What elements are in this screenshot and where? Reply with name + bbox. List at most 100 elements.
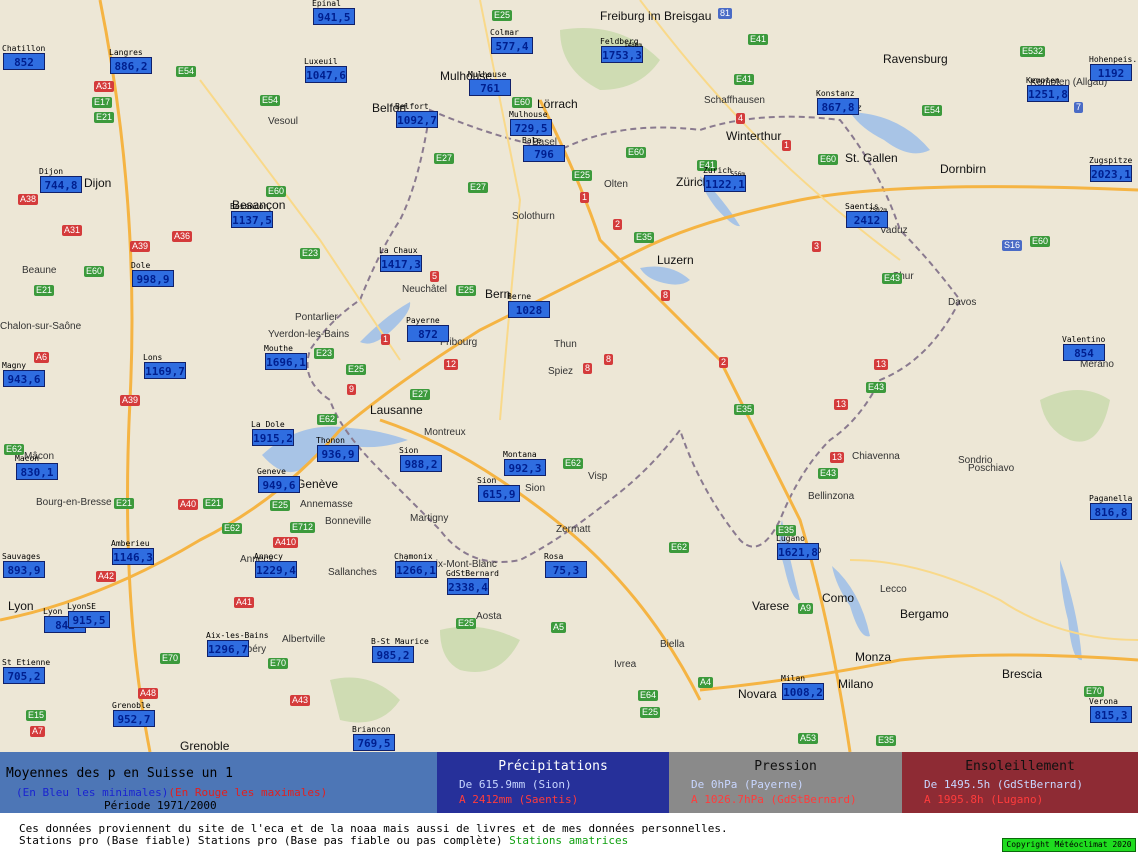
- place-label: Lörrach: [537, 97, 578, 111]
- station-marker[interactable]: Chamonix 1266,1: [394, 553, 437, 578]
- station-marker[interactable]: Langres 886,2: [109, 49, 152, 74]
- road-shield: E70: [268, 658, 289, 669]
- station-marker[interactable]: Feldberg 1486m 1753,3: [600, 38, 643, 63]
- station-value: 577,4: [495, 40, 529, 53]
- station-marker[interactable]: Sion 615,9: [477, 477, 520, 502]
- station-marker[interactable]: Mulhouse 729,5: [509, 111, 552, 136]
- station-marker[interactable]: Dole 998,9: [131, 262, 174, 287]
- station-marker[interactable]: Luxeuil 1047,6: [304, 58, 347, 83]
- road-shield: 1: [381, 334, 391, 345]
- station-marker[interactable]: Aix-les-Bains 1296,7: [206, 632, 269, 657]
- ensoleillement-panel[interactable]: Ensoleillement De 1495.5h (GdStBernard) …: [902, 752, 1138, 813]
- road-shield: A42: [96, 571, 117, 582]
- station-marker[interactable]: Lugano 1621,8: [776, 535, 819, 560]
- station-marker[interactable]: Grenoble 952,7: [112, 702, 155, 727]
- station-value: 815,3: [1094, 709, 1128, 722]
- station-marker[interactable]: Mulhouse 761: [468, 71, 511, 96]
- station-value: 1192: [1097, 67, 1125, 80]
- station-marker[interactable]: Sauvages 893,9: [2, 553, 45, 578]
- place-label: Pontarlier: [295, 312, 338, 323]
- station-marker[interactable]: Payerne 872: [406, 317, 449, 342]
- station-marker[interactable]: Lons 1169,7: [143, 354, 186, 379]
- station-marker[interactable]: Kempten 1251,8: [1026, 77, 1069, 102]
- station-marker[interactable]: LyonSE 915,5: [67, 603, 110, 628]
- station-type-pro-pas-fiable[interactable]: Stations pro (Base pas fiable ou pas com…: [198, 834, 503, 847]
- station-marker[interactable]: Chatillon 852: [2, 45, 45, 70]
- station-marker[interactable]: Bale 796: [522, 137, 565, 162]
- station-name: Besancon: [230, 202, 269, 211]
- place-label: Beaune: [22, 265, 57, 276]
- station-marker[interactable]: Rosa 75,3: [544, 553, 587, 578]
- road-shield: E60: [818, 154, 839, 165]
- station-marker[interactable]: Montana 992,3: [503, 451, 546, 476]
- place-label: Novara: [738, 687, 777, 701]
- station-marker[interactable]: La Chaux 1417,3: [379, 247, 422, 272]
- station-value: 998,9: [136, 273, 170, 286]
- road-shield: E21: [94, 112, 115, 123]
- station-marker[interactable]: Dijon 744,8: [39, 168, 82, 193]
- place-label: Yverdon-les-Bains: [268, 329, 350, 340]
- place-label: Vesoul: [268, 116, 299, 127]
- station-marker[interactable]: Epinal 941,5: [312, 0, 355, 25]
- station-marker[interactable]: Paganella 816,8: [1089, 495, 1132, 520]
- station-marker[interactable]: Milan 1008,2: [781, 675, 824, 700]
- station-name: Belfort: [395, 102, 429, 111]
- place-label: Lyon: [8, 599, 34, 613]
- station-marker[interactable]: Verona 815,3: [1089, 698, 1132, 723]
- road-shield: E23: [314, 348, 335, 359]
- station-marker[interactable]: Thonon 936,9: [316, 437, 359, 462]
- station-marker[interactable]: Mouthe 1696,1: [264, 345, 307, 370]
- station-marker[interactable]: Valentino 854: [1062, 336, 1105, 361]
- station-marker[interactable]: Geneve 949,6: [257, 468, 300, 493]
- station-type-amateur[interactable]: Stations amatrices: [509, 834, 628, 847]
- ensoleillement-max: A 1995.8h (Lugano): [924, 793, 1044, 806]
- station-marker[interactable]: Sion 988,2: [399, 447, 442, 472]
- station-marker[interactable]: Zugspitze 2023,1: [1089, 157, 1132, 182]
- station-value: 988,2: [404, 458, 438, 471]
- station-marker[interactable]: Besancon 1137,5: [230, 203, 273, 228]
- station-marker[interactable]: Amberieu 1146,3: [111, 540, 154, 565]
- precipitation-panel[interactable]: Précipitations De 615.9mm (Sion) A 2412m…: [437, 752, 669, 813]
- station-value: 1251,8: [1028, 88, 1068, 101]
- station-value: 1229,4: [256, 564, 296, 577]
- station-name: Sauvages: [2, 552, 41, 561]
- station-name: Macon: [15, 454, 40, 463]
- station-marker[interactable]: Briancon 769,5: [352, 726, 395, 751]
- place-label: Chalon-sur-Saône: [0, 321, 82, 332]
- pression-min: De 0hPa (Payerne): [691, 778, 804, 791]
- station-marker[interactable]: Zurich 556m 1122,1: [703, 167, 746, 192]
- place-label: Milano: [838, 677, 874, 691]
- station-marker[interactable]: St Etienne 705,2: [2, 659, 50, 684]
- station-marker[interactable]: B-St Maurice 985,2: [371, 638, 429, 663]
- station-value: 2338,4: [448, 581, 488, 594]
- station-name: Verona: [1089, 697, 1118, 706]
- station-value: 830,1: [20, 466, 54, 479]
- road-shield: 5: [430, 271, 440, 282]
- station-marker[interactable]: Saentis 2502m 2412: [845, 203, 888, 228]
- place-label: St. Gallen: [845, 151, 898, 165]
- road-shield: E54: [176, 66, 197, 77]
- road-shield: E23: [300, 248, 321, 259]
- map-view[interactable]: Freiburg im Breisgau Zürich Bern Lausanne Lu…: [0, 0, 1138, 752]
- station-marker[interactable]: Belfort 1092,7: [395, 103, 438, 128]
- station-value: 1047,6: [306, 69, 346, 82]
- station-value: 936,9: [321, 448, 355, 461]
- station-value: 985,2: [376, 649, 410, 662]
- station-name: Konstanz: [816, 89, 855, 98]
- station-name: Annecy: [254, 552, 283, 561]
- station-marker[interactable]: Hohenpeis. 1192: [1089, 56, 1137, 81]
- station-type-pro-fiable[interactable]: Stations pro (Base fiable): [19, 834, 191, 847]
- road-shield: E62: [222, 523, 243, 534]
- pression-panel[interactable]: Pression De 0hPa (Payerne) A 1026.7hPa (…: [669, 752, 902, 813]
- station-marker[interactable]: Konstanz 867,8: [816, 90, 859, 115]
- station-marker[interactable]: Annecy 1229,4: [254, 553, 297, 578]
- station-marker[interactable]: GdStBernard 2338,4: [446, 570, 499, 595]
- station-marker[interactable]: Colmar 577,4: [490, 29, 533, 54]
- station-value: 1092,7: [397, 114, 437, 127]
- station-marker[interactable]: Magny 943,6: [2, 362, 45, 387]
- road-shield: A36: [172, 231, 193, 242]
- station-marker[interactable]: Berne 1028: [507, 293, 550, 318]
- road-shield: 1: [580, 192, 590, 203]
- station-marker[interactable]: La Dole 1915,2: [251, 421, 294, 446]
- station-marker[interactable]: Macon 830,1: [15, 455, 58, 480]
